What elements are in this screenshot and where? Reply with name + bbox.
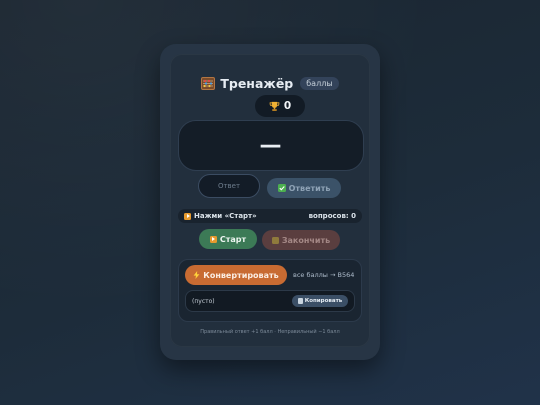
status-bar: Нажми «Старт» вопросов: 0 [178,209,362,223]
status-message: Нажми «Старт» [184,212,257,220]
answer-input[interactable] [198,174,260,198]
output-field: (пусто) Копировать [185,290,355,312]
copy-button-label: Копировать [304,298,343,304]
finish-button[interactable]: Закончить [262,230,340,250]
score-value: 0 [283,100,292,112]
clipboard-icon [297,298,303,304]
status-text: Нажми «Старт» [194,212,257,220]
start-button-label: Старт [219,234,247,244]
score-badge: 0 [255,95,305,117]
abacus-icon [201,76,216,90]
convert-panel: Конвертировать все баллы → B564 (пусто) … [178,259,362,322]
answer-button[interactable]: Ответить [267,178,341,198]
output-text: (пусто) [192,298,215,305]
copy-button[interactable]: Копировать [292,295,348,307]
question-text: — [259,133,283,158]
check-icon [277,184,286,192]
convert-button[interactable]: Конвертировать [185,265,287,285]
play-icon [184,212,191,220]
start-button[interactable]: Старт [199,229,257,249]
convert-button-label: Конвертировать [203,270,279,280]
trophy-icon [269,101,280,111]
lightning-icon [193,271,200,279]
convert-hint: все баллы → B564 [293,271,355,279]
finish-button-label: Закончить [281,235,331,245]
app-title: Тренажёр [220,75,294,91]
question-display: — [178,120,364,171]
header: Тренажёр баллы [170,74,370,92]
play-icon [209,235,217,243]
app-frame: Тренажёр баллы 0 — Ответить [160,44,380,360]
trainer-card: Тренажёр баллы 0 — Ответить [170,54,370,347]
answer-button-label: Ответить [288,183,331,193]
rules-footer: Правильный ответ +1 балл · Неправильный … [200,329,340,335]
stop-icon [271,236,279,244]
questions-count: вопросов: 0 [308,212,356,220]
mode-tag: баллы [300,76,339,90]
